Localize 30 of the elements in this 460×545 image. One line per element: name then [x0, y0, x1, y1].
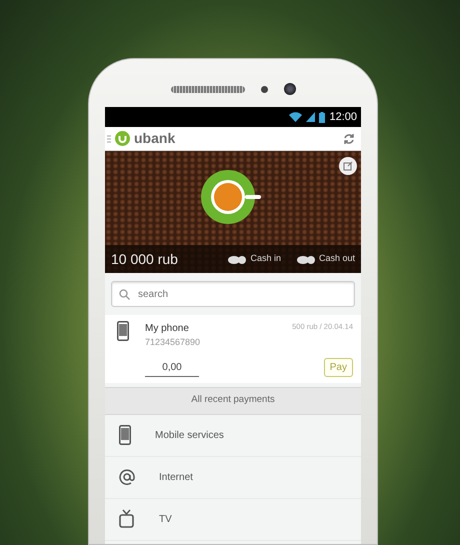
- status-time: 12:00: [329, 110, 357, 125]
- cash-link[interactable]: Cash out: [296, 252, 355, 266]
- logo-icon: [115, 131, 130, 146]
- category-item[interactable]: TV: [105, 498, 361, 540]
- payment-name: My phone: [145, 322, 189, 336]
- refresh-icon[interactable]: [343, 132, 355, 144]
- recent-payments-link[interactable]: All recent payments: [105, 386, 361, 414]
- app-logo: ubank: [134, 129, 176, 148]
- coins-icon: [228, 254, 246, 264]
- menu-icon[interactable]: [107, 134, 111, 142]
- battery-icon: [319, 112, 326, 122]
- edit-icon[interactable]: [339, 157, 357, 175]
- search-icon: [119, 289, 130, 300]
- sensor-icon: [260, 86, 268, 92]
- category-item[interactable]: Internet: [105, 456, 361, 498]
- search-field[interactable]: search: [111, 281, 355, 307]
- amount-field[interactable]: 0,00: [145, 358, 199, 376]
- phone-icon: [117, 321, 129, 341]
- camera-icon: [284, 83, 296, 95]
- tv-icon: [119, 509, 135, 529]
- cup-drawing: [200, 169, 264, 225]
- category-item[interactable]: Mobile services: [105, 414, 361, 456]
- signal-icon: [306, 112, 316, 122]
- cash-link[interactable]: Cash in: [228, 252, 281, 266]
- coins-icon: [296, 254, 315, 264]
- balance-amount: 10 000 rub: [111, 250, 178, 268]
- at-sign-icon: [119, 467, 135, 487]
- phone-number: 71234567890: [145, 336, 202, 349]
- wifi-icon: [289, 112, 302, 122]
- phone-icon: [119, 425, 131, 445]
